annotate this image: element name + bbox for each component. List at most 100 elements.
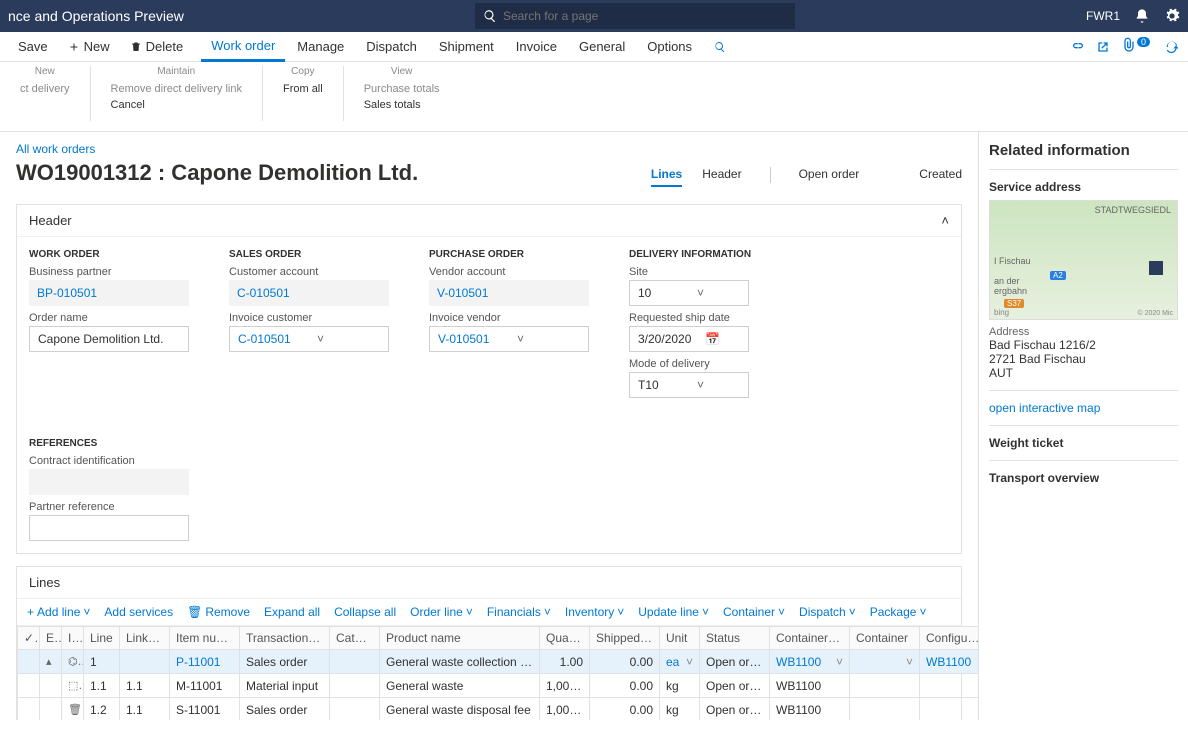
cell-status[interactable]: Open order (700, 650, 770, 674)
cell-configuration[interactable]: WB1100 (920, 650, 979, 674)
table-row[interactable]: 🗑1.21.1S-11001Sales orderGeneral waste d… (18, 698, 979, 721)
search-input[interactable] (475, 3, 795, 29)
lines-section-toggle[interactable]: Lines (17, 567, 961, 599)
ribbon-item-sales-totals[interactable]: Sales totals (364, 99, 440, 111)
calendar-icon[interactable]: 📅 (699, 332, 748, 346)
col-container[interactable]: Container (850, 627, 920, 650)
ribbon-item-remove-delivery-link[interactable]: Remove direct delivery link (111, 83, 242, 95)
cell-quantity[interactable]: 1,000.00 (540, 698, 590, 721)
cell-container[interactable]: ˅ (850, 650, 920, 674)
field-invoice-vendor[interactable]: V-010501˅ (429, 326, 589, 352)
field-contract-id[interactable] (29, 469, 189, 495)
table-row[interactable]: ⬚1.11.1M-11001Material inputGeneral wast… (18, 674, 979, 698)
attachments-button[interactable]: 0 (1121, 37, 1154, 56)
cell-configuration[interactable] (920, 674, 979, 698)
col-status[interactable]: Status (700, 627, 770, 650)
tab-invoice[interactable]: Invoice (506, 32, 567, 62)
row-expand[interactable]: ▴ (40, 650, 62, 674)
btn-update-line[interactable]: Update line˅ (638, 605, 709, 619)
bell-icon[interactable] (1134, 8, 1150, 24)
cell-container[interactable] (850, 698, 920, 721)
cell-container-type[interactable]: WB1100 (770, 674, 850, 698)
cell-container-type[interactable]: WB1100 ˅ (770, 650, 850, 674)
field-order-name[interactable]: Capone Demolition Ltd. (29, 326, 189, 352)
col-product-name[interactable]: Product name (380, 627, 540, 650)
weight-ticket-heading[interactable]: Weight ticket (989, 436, 1178, 450)
col-linked[interactable]: Linked to (120, 627, 170, 650)
cell-product-name[interactable]: General waste (380, 674, 540, 698)
field-partner-reference[interactable] (29, 515, 189, 541)
col-category[interactable]: Category (330, 627, 380, 650)
col-check[interactable]: ✓ (18, 627, 40, 650)
cell-line[interactable]: 1.2 (84, 698, 120, 721)
btn-add-line[interactable]: +Add line˅ (27, 605, 90, 619)
cell-product-name[interactable]: General waste disposal fee (380, 698, 540, 721)
cell-status[interactable]: Open order (700, 674, 770, 698)
field-customer-account[interactable]: C-010501 (229, 280, 389, 306)
col-container-type[interactable]: Container type (770, 627, 850, 650)
cell-container-type[interactable]: WB1100 (770, 698, 850, 721)
btn-order-line[interactable]: Order line˅ (410, 605, 473, 619)
tab-work-order[interactable]: Work order (201, 32, 285, 62)
btn-add-services[interactable]: Add services (104, 605, 173, 619)
ribbon-item-cancel[interactable]: Cancel (111, 99, 242, 111)
btn-expand-all[interactable]: Expand all (264, 605, 320, 619)
chevron-down-icon[interactable]: ˅ (691, 378, 748, 392)
field-mode-of-delivery[interactable]: T10˅ (629, 372, 749, 398)
gear-icon[interactable] (1164, 8, 1180, 24)
row-expand[interactable] (40, 674, 62, 698)
cell-category[interactable] (330, 674, 380, 698)
col-item[interactable]: Item number (170, 627, 240, 650)
popout-icon[interactable] (1095, 39, 1111, 55)
btn-financials[interactable]: Financials˅ (487, 605, 551, 619)
cell-unit[interactable]: ea ˅ (660, 650, 700, 674)
cell-category[interactable] (330, 650, 380, 674)
cell-unit[interactable]: kg (660, 674, 700, 698)
btn-package[interactable]: Package˅ (870, 605, 927, 619)
cell-container[interactable] (850, 674, 920, 698)
company-code[interactable]: FWR1 (1086, 9, 1120, 23)
field-vendor-account[interactable]: V-010501 (429, 280, 589, 306)
field-requested-ship-date[interactable]: 3/20/2020📅 (629, 326, 749, 352)
cell-line[interactable]: 1.1 (84, 674, 120, 698)
cell-shipped-quantity[interactable]: 0.00 (590, 650, 660, 674)
cell-category[interactable] (330, 698, 380, 721)
chevron-down-icon[interactable]: ˅ (311, 332, 388, 346)
cell-item-number[interactable]: P-11001 (170, 650, 240, 674)
cell-item-number[interactable]: S-11001 (170, 698, 240, 721)
page-tab-lines[interactable]: Lines (651, 167, 682, 187)
btn-collapse-all[interactable]: Collapse all (334, 605, 396, 619)
cell-linked-to[interactable] (120, 650, 170, 674)
cell-quantity[interactable]: 1,000.00 (540, 674, 590, 698)
row-type-icon[interactable]: ⬚ (62, 674, 84, 698)
open-interactive-map-link[interactable]: open interactive map (989, 401, 1178, 415)
tab-manage[interactable]: Manage (287, 32, 354, 62)
cell-linked-to[interactable]: 1.1 (120, 674, 170, 698)
transport-overview-heading[interactable]: Transport overview (989, 471, 1178, 485)
page-tab-header[interactable]: Header (702, 167, 741, 187)
cell-shipped-quantity[interactable]: 0.00 (590, 674, 660, 698)
tab-dispatch[interactable]: Dispatch (356, 32, 427, 62)
col-line[interactable]: Line (84, 627, 120, 650)
chevron-down-icon[interactable]: ˅ (691, 286, 748, 300)
btn-remove[interactable]: 🗑Remove (187, 605, 250, 619)
cell-line[interactable]: 1 (84, 650, 120, 674)
row-expand[interactable] (40, 698, 62, 721)
tab-options[interactable]: Options (637, 32, 702, 62)
col-qty[interactable]: Quantity (540, 627, 590, 650)
tab-shipment[interactable]: Shipment (429, 32, 504, 62)
row-checkbox[interactable] (18, 698, 40, 721)
ribbon-item-from-all[interactable]: From all (283, 83, 323, 95)
cell-unit[interactable]: kg (660, 698, 700, 721)
btn-inventory[interactable]: Inventory˅ (565, 605, 624, 619)
btn-container[interactable]: Container˅ (723, 605, 785, 619)
field-invoice-customer[interactable]: C-010501˅ (229, 326, 389, 352)
col-expand[interactable]: E... (40, 627, 62, 650)
row-type-icon[interactable]: 🗑 (62, 698, 84, 721)
col-unit[interactable]: Unit (660, 627, 700, 650)
row-checkbox[interactable] (18, 650, 40, 674)
col-shipped-qty[interactable]: Shipped quantity (590, 627, 660, 650)
row-checkbox[interactable] (18, 674, 40, 698)
map-thumbnail[interactable]: STADTWEGSIEDL I Fischau an der ergbahn A… (989, 200, 1178, 320)
save-button[interactable]: Save (8, 32, 58, 62)
